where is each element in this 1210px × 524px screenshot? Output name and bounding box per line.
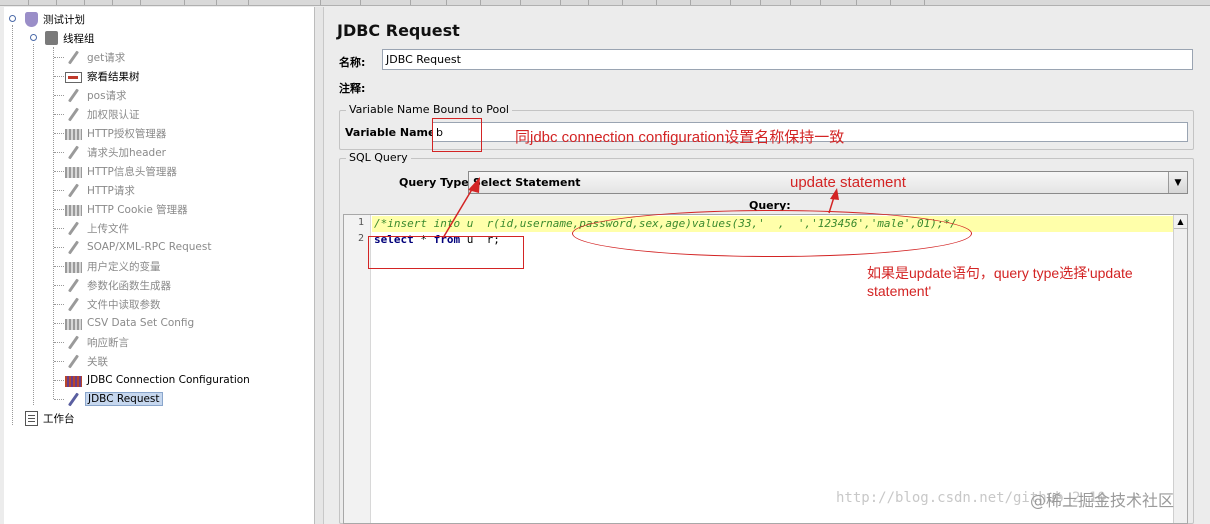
annotation-variable-note: 同jdbc connection configuration设置名称保持一致 bbox=[515, 129, 845, 146]
arrow-head-icon bbox=[468, 177, 480, 193]
annotation-hint-line-2: statement' bbox=[867, 283, 932, 299]
watermark-site: @稀土掘金技术社区 bbox=[1030, 491, 1175, 510]
annotation-arrows bbox=[442, 177, 839, 239]
annotation-arrow bbox=[442, 185, 475, 239]
annotation-arrow bbox=[828, 196, 835, 214]
annotation-update-note: update statement bbox=[790, 174, 906, 191]
annotation-hint-line-1: 如果是update语句，query type选择'update bbox=[867, 265, 1133, 281]
